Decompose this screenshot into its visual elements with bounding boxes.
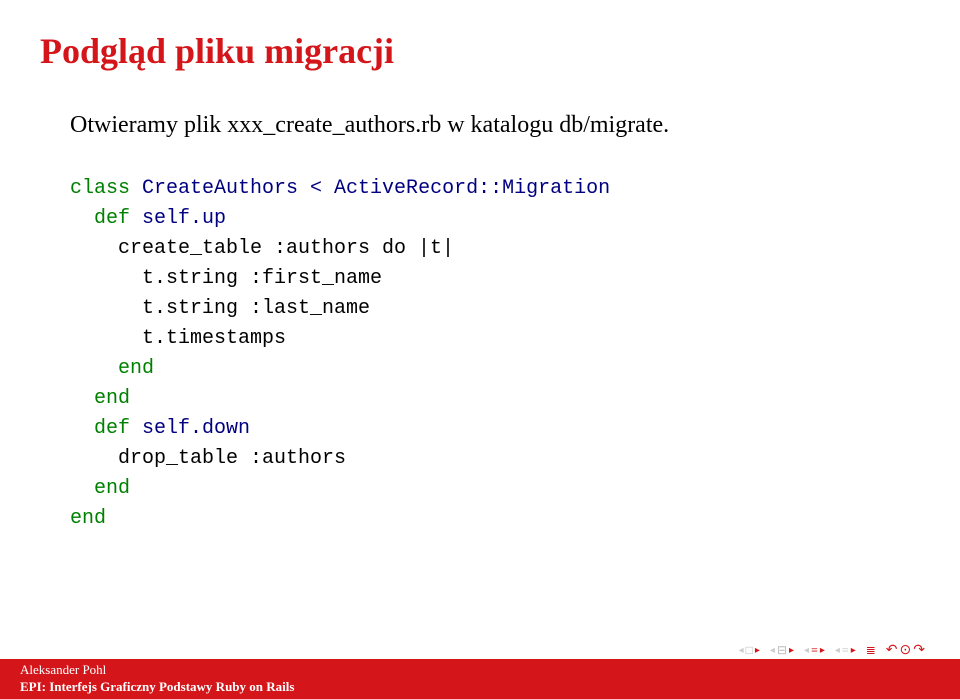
nav-back-icon: ◂ [770,645,775,656]
nav-redo-icon: ↷ [913,642,925,659]
code-line-3: create_table :authors do |t| [70,234,920,264]
nav-search-icon: ⊙ [900,642,912,659]
code-line-4: t.string :first_name [70,264,920,294]
nav-undo-icon: ↶ [886,642,898,659]
code-line-8: end [70,384,920,414]
footer-bar: Aleksander Pohl EPI: Interfejs Graficzny… [0,659,960,699]
nav-doc-group[interactable]: ◂ ≡ ▸ [835,643,856,658]
nav-section-icon: ≡ [811,643,818,658]
code-line-2: def self.up [70,204,920,234]
nav-doc-icon: ≡ [842,643,849,658]
nav-lines-icon[interactable]: ≣ [866,643,876,658]
nav-forward-icon: ▸ [789,645,794,656]
nav-back-icon: ◂ [739,645,744,656]
nav-circle-group[interactable]: ↶ ⊙ ↷ [886,642,925,659]
method-name: self.down [130,417,250,440]
nav-forward-icon: ▸ [820,645,825,656]
nav-back-icon: ◂ [804,645,809,656]
nav-subsection-icon: ⊟ [777,643,787,658]
method-name: self.up [130,207,226,230]
code-line-9: def self.down [70,414,920,444]
nav-section-group[interactable]: ◂ ≡ ▸ [804,643,825,658]
footer-subtitle: EPI: Interfejs Graficzny Podstawy Ruby o… [20,679,940,696]
keyword-class: class [70,177,130,200]
code-block: class CreateAuthors < ActiveRecord::Migr… [70,174,920,534]
code-line-6: t.timestamps [70,324,920,354]
code-line-7: end [70,354,920,384]
code-line-12: end [70,504,920,534]
beamer-nav: ◂ □ ▸ ◂ ⊟ ▸ ◂ ≡ ▸ ◂ ≡ ▸ ≣ ↶ ⊙ ↷ [739,642,925,659]
content-area: Otwieramy plik xxx_create_authors.rb w k… [40,112,920,699]
nav-frame-icon: □ [746,643,753,658]
nav-subsection-group[interactable]: ◂ ⊟ ▸ [770,643,794,658]
code-line-11: end [70,474,920,504]
code-line-5: t.string :last_name [70,294,920,324]
slide: Podgląd pliku migracji Otwieramy plik xx… [0,0,960,699]
nav-forward-icon: ▸ [755,645,760,656]
class-name: CreateAuthors < ActiveRecord::Migration [130,177,610,200]
nav-back-icon: ◂ [835,645,840,656]
code-line-10: drop_table :authors [70,444,920,474]
nav-forward-icon: ▸ [851,645,856,656]
keyword-def: def [70,207,130,230]
slide-title: Podgląd pliku migracji [40,30,920,72]
keyword-def: def [70,417,130,440]
code-line-1: class CreateAuthors < ActiveRecord::Migr… [70,174,920,204]
nav-frame-group[interactable]: ◂ □ ▸ [739,643,760,658]
intro-text: Otwieramy plik xxx_create_authors.rb w k… [70,112,920,139]
footer-author: Aleksander Pohl [20,662,940,679]
